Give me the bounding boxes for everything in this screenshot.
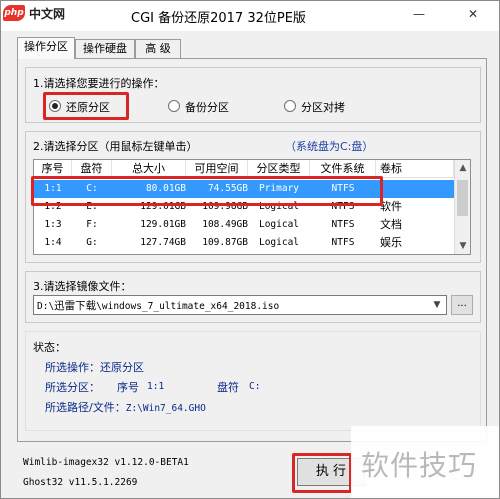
chevron-down-icon[interactable]: ▼ bbox=[430, 298, 444, 312]
app-window: php 中文网 CGI 备份还原2017 32位PE版 — ✕ 操作分区 操作硬… bbox=[0, 0, 500, 499]
status-path: 所选路径/文件：Z:\Win7_64.GHO bbox=[45, 399, 206, 415]
radio-copy-label: 分区对拷 bbox=[301, 101, 345, 114]
row4-type: Logical bbox=[258, 237, 300, 248]
watermark-text: 软件技巧 bbox=[361, 449, 478, 482]
system-disk-note: （系统盘为C:盘） bbox=[285, 140, 374, 153]
scroll-down-icon[interactable]: ▼ bbox=[455, 238, 470, 254]
radio-backup-dot[interactable] bbox=[168, 100, 180, 112]
php-logo: php bbox=[3, 5, 25, 21]
row3-free: 108.49GB bbox=[202, 219, 248, 230]
tab-advanced[interactable]: 高 级 bbox=[135, 39, 181, 58]
row4-label: 娱乐 bbox=[380, 236, 402, 249]
status-path-value: Z:\Win7_64.GHO bbox=[125, 403, 206, 414]
row4-drive: G: bbox=[86, 237, 98, 248]
wimlib-version: Wimlib-imagex32 v1.12.0-BETA1 bbox=[23, 457, 189, 468]
status-operation-label: 所选操作： bbox=[45, 361, 100, 374]
table-row[interactable]: 1:4 G: 127.74GB 109.87GB Logical NTFS 娱乐 bbox=[34, 234, 454, 252]
browse-button[interactable]: ... bbox=[451, 295, 473, 315]
title-bar: php 中文网 CGI 备份还原2017 32位PE版 — ✕ bbox=[1, 1, 499, 31]
highlight-restore bbox=[43, 92, 129, 120]
close-button[interactable]: ✕ bbox=[463, 5, 483, 23]
radio-copy[interactable]: 分区对拷 bbox=[284, 98, 370, 114]
tab-disk[interactable]: 操作硬盘 bbox=[75, 39, 135, 58]
row3-total: 129.01GB bbox=[140, 219, 186, 230]
scroll-up-icon[interactable]: ▲ bbox=[455, 160, 470, 176]
image-file-path: D:\迅雷下载\windows_7_ultimate_x64_2018.iso bbox=[37, 300, 280, 312]
status-title: 状态： bbox=[33, 341, 66, 354]
status-partition-label: 所选分区： bbox=[45, 381, 100, 394]
row3-fs: NTFS bbox=[331, 219, 355, 230]
minimize-button[interactable]: — bbox=[409, 5, 429, 23]
step2-title: 2.请选择分区（用鼠标左键单击） bbox=[33, 140, 198, 153]
status-index-label: 序号 bbox=[117, 381, 139, 394]
status-path-label: 所选路径/文件： bbox=[45, 401, 126, 414]
row4-fs: NTFS bbox=[331, 237, 355, 248]
status-operation-value: 还原分区 bbox=[100, 361, 144, 374]
highlight-selected-row bbox=[31, 176, 383, 206]
row4-index: 1:4 bbox=[44, 237, 62, 248]
row3-index: 1:3 bbox=[44, 219, 62, 230]
step1-title: 1.请选择您要进行的操作： bbox=[33, 77, 165, 90]
partition-table: 序号 盘符 总大小 可用空间 分区类型 文件系统 卷标 1:1 C: 80.01… bbox=[33, 159, 471, 255]
window-title: CGI 备份还原2017 32位PE版 bbox=[131, 11, 306, 26]
site-name: 中文网 bbox=[29, 7, 66, 21]
status-index-value: 1:1 bbox=[147, 381, 165, 392]
row2-label: 软件 bbox=[380, 200, 402, 213]
table-scrollbar[interactable]: ▲ ▼ bbox=[454, 160, 470, 254]
row3-type: Logical bbox=[258, 219, 300, 230]
row4-total: 127.74GB bbox=[140, 237, 186, 248]
scroll-thumb[interactable] bbox=[457, 180, 468, 216]
tab-partition[interactable]: 操作分区 bbox=[17, 37, 75, 59]
radio-backup[interactable]: 备份分区 bbox=[168, 98, 254, 114]
row3-label: 文档 bbox=[380, 218, 402, 231]
image-file-select[interactable]: D:\迅雷下载\windows_7_ultimate_x64_2018.iso … bbox=[33, 295, 447, 315]
row4-free: 109.87GB bbox=[202, 237, 248, 248]
status-drive-value: C: bbox=[249, 381, 261, 392]
status-drive-label: 盘符 bbox=[217, 381, 239, 394]
status-operation: 所选操作：还原分区 bbox=[45, 359, 144, 375]
table-row[interactable]: 1:3 F: 129.01GB 108.49GB Logical NTFS 文档 bbox=[34, 216, 454, 234]
radio-copy-dot[interactable] bbox=[284, 100, 296, 112]
row3-drive: F: bbox=[86, 219, 98, 230]
ghost-version: Ghost32 v11.5.1.2269 bbox=[23, 477, 138, 488]
step3-title: 3.请选择镜像文件： bbox=[33, 280, 132, 293]
row1-label bbox=[380, 180, 440, 198]
col-label[interactable]: 卷标 bbox=[376, 160, 454, 178]
highlight-execute bbox=[292, 453, 352, 493]
watermark: 软件技巧 bbox=[351, 426, 499, 498]
radio-backup-label: 备份分区 bbox=[185, 101, 229, 114]
